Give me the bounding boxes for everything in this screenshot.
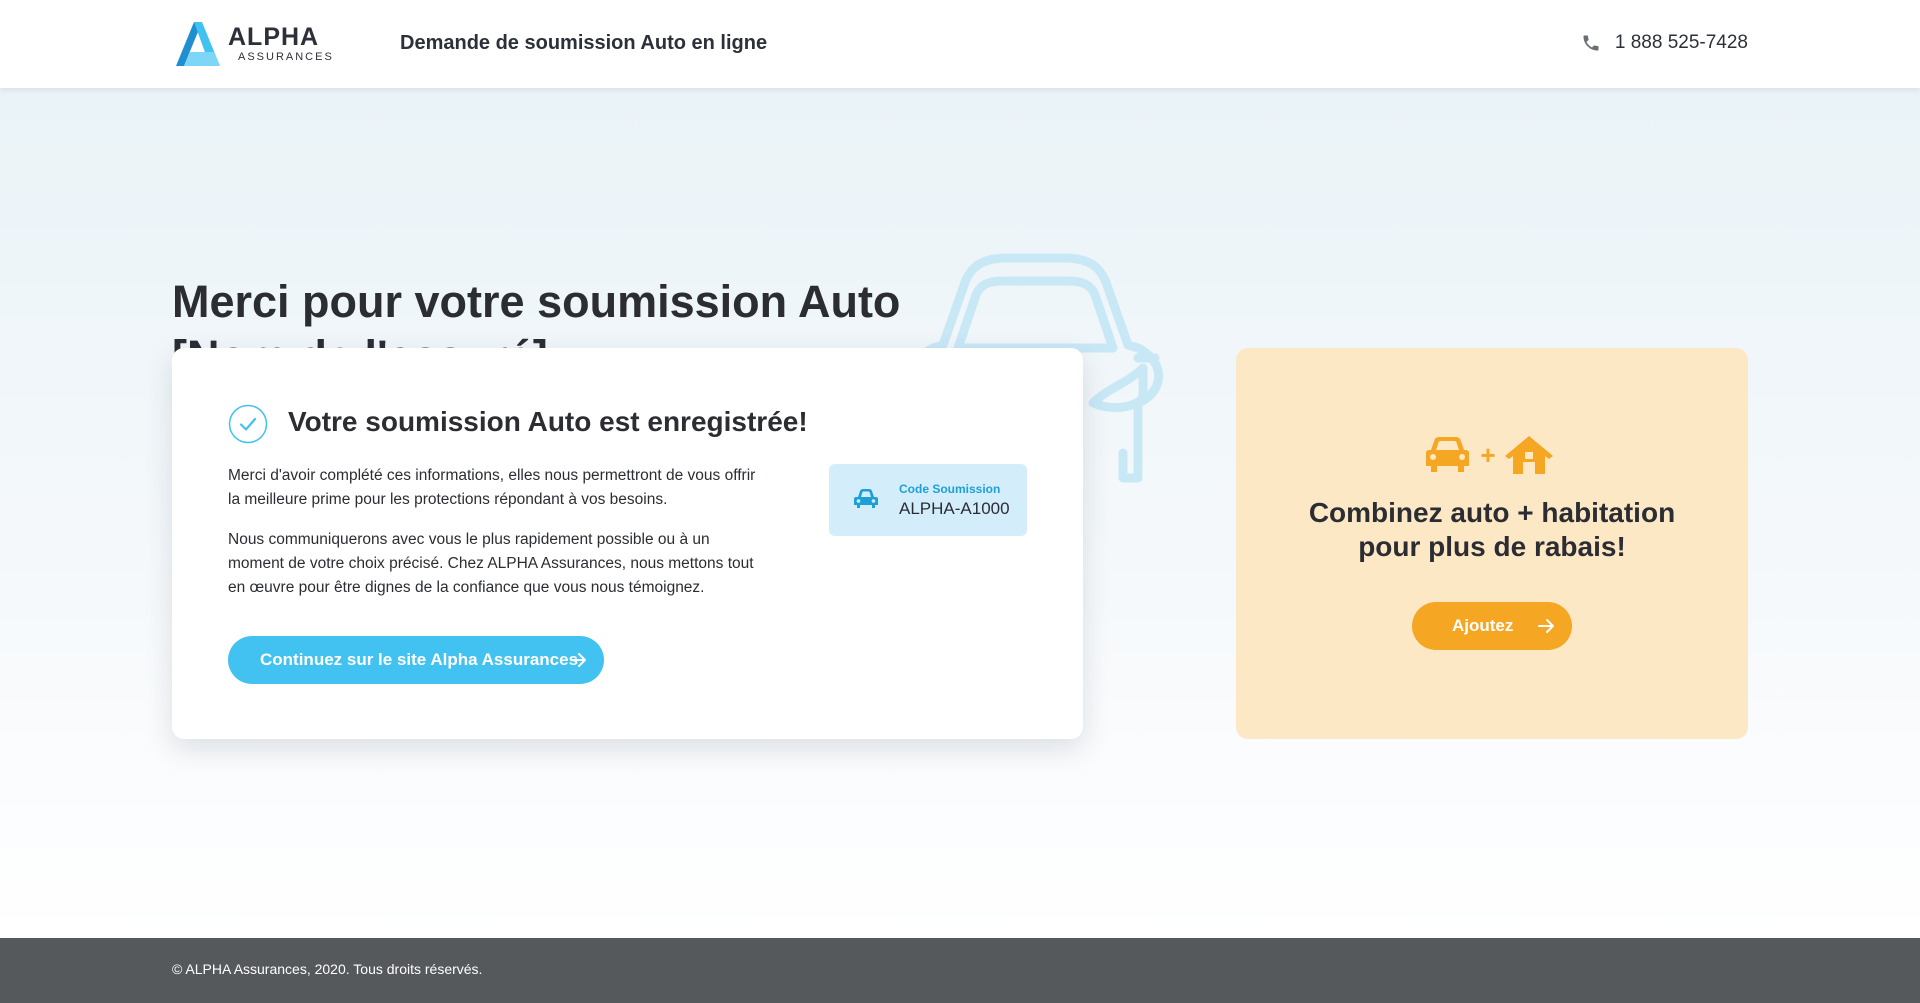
logo-subtitle: ASSURANCES: [238, 51, 334, 63]
site-footer: © ALPHA Assurances, 2020. Tous droits ré…: [0, 938, 1920, 1003]
promo-title-line2: pour plus de rabais!: [1358, 531, 1626, 562]
alpha-logo-icon: [176, 22, 220, 66]
page-title-line1: Merci pour votre soumission Auto: [172, 276, 901, 327]
car-icon: [1426, 437, 1469, 472]
house-icon: [1505, 436, 1553, 474]
promo-card: + Combinez auto + habitation pour plus d…: [1236, 348, 1748, 739]
confirmation-paragraph-2: Nous communiquerons avec vous le plus ra…: [228, 531, 754, 596]
phone-icon: [1583, 35, 1599, 51]
continue-site-button-label: Continuez sur le site Alpha Assurances: [260, 650, 579, 669]
car-icon: [854, 489, 878, 508]
phone-number: 1 888 525-7428: [1614, 32, 1748, 53]
arrow-right-icon: [1538, 619, 1554, 633]
continue-site-button[interactable]: Continuez sur le site Alpha Assurances: [228, 636, 604, 684]
promo-title: Combinez auto + habitation pour plus de …: [1236, 496, 1748, 564]
site-header: ALPHA ASSURANCES Demande de soumission A…: [0, 0, 1920, 88]
add-home-button-label: Ajoutez: [1452, 616, 1514, 635]
alpha-logo[interactable]: ALPHA ASSURANCES: [172, 20, 342, 68]
copyright-text: © ALPHA Assurances, 2020. Tous droits ré…: [172, 961, 483, 977]
phone-contact[interactable]: 1 888 525-7428: [1581, 32, 1748, 54]
arrow-right-icon: [570, 653, 586, 667]
logo-name: ALPHA: [228, 23, 320, 51]
promo-icons: +: [1426, 436, 1553, 474]
check-circle-icon: [228, 404, 268, 444]
confirmation-paragraph-1: Merci d'avoir complété ces informations,…: [228, 467, 756, 508]
submission-code-value: ALPHA-A1000: [899, 499, 1010, 518]
add-home-button[interactable]: Ajoutez: [1412, 602, 1572, 650]
confirmation-card: Votre soumission Auto est enregistrée! M…: [172, 348, 1083, 739]
plus-sign: +: [1480, 440, 1495, 470]
submission-code-label: Code Soumission: [899, 482, 1001, 496]
promo-title-line1: Combinez auto + habitation: [1308, 497, 1676, 528]
header-title: Demande de soumission Auto en ligne: [400, 32, 768, 54]
submission-code-box: Code Soumission ALPHA-A1000: [829, 464, 1027, 536]
confirmation-title: Votre soumission Auto est enregistrée!: [288, 406, 808, 437]
